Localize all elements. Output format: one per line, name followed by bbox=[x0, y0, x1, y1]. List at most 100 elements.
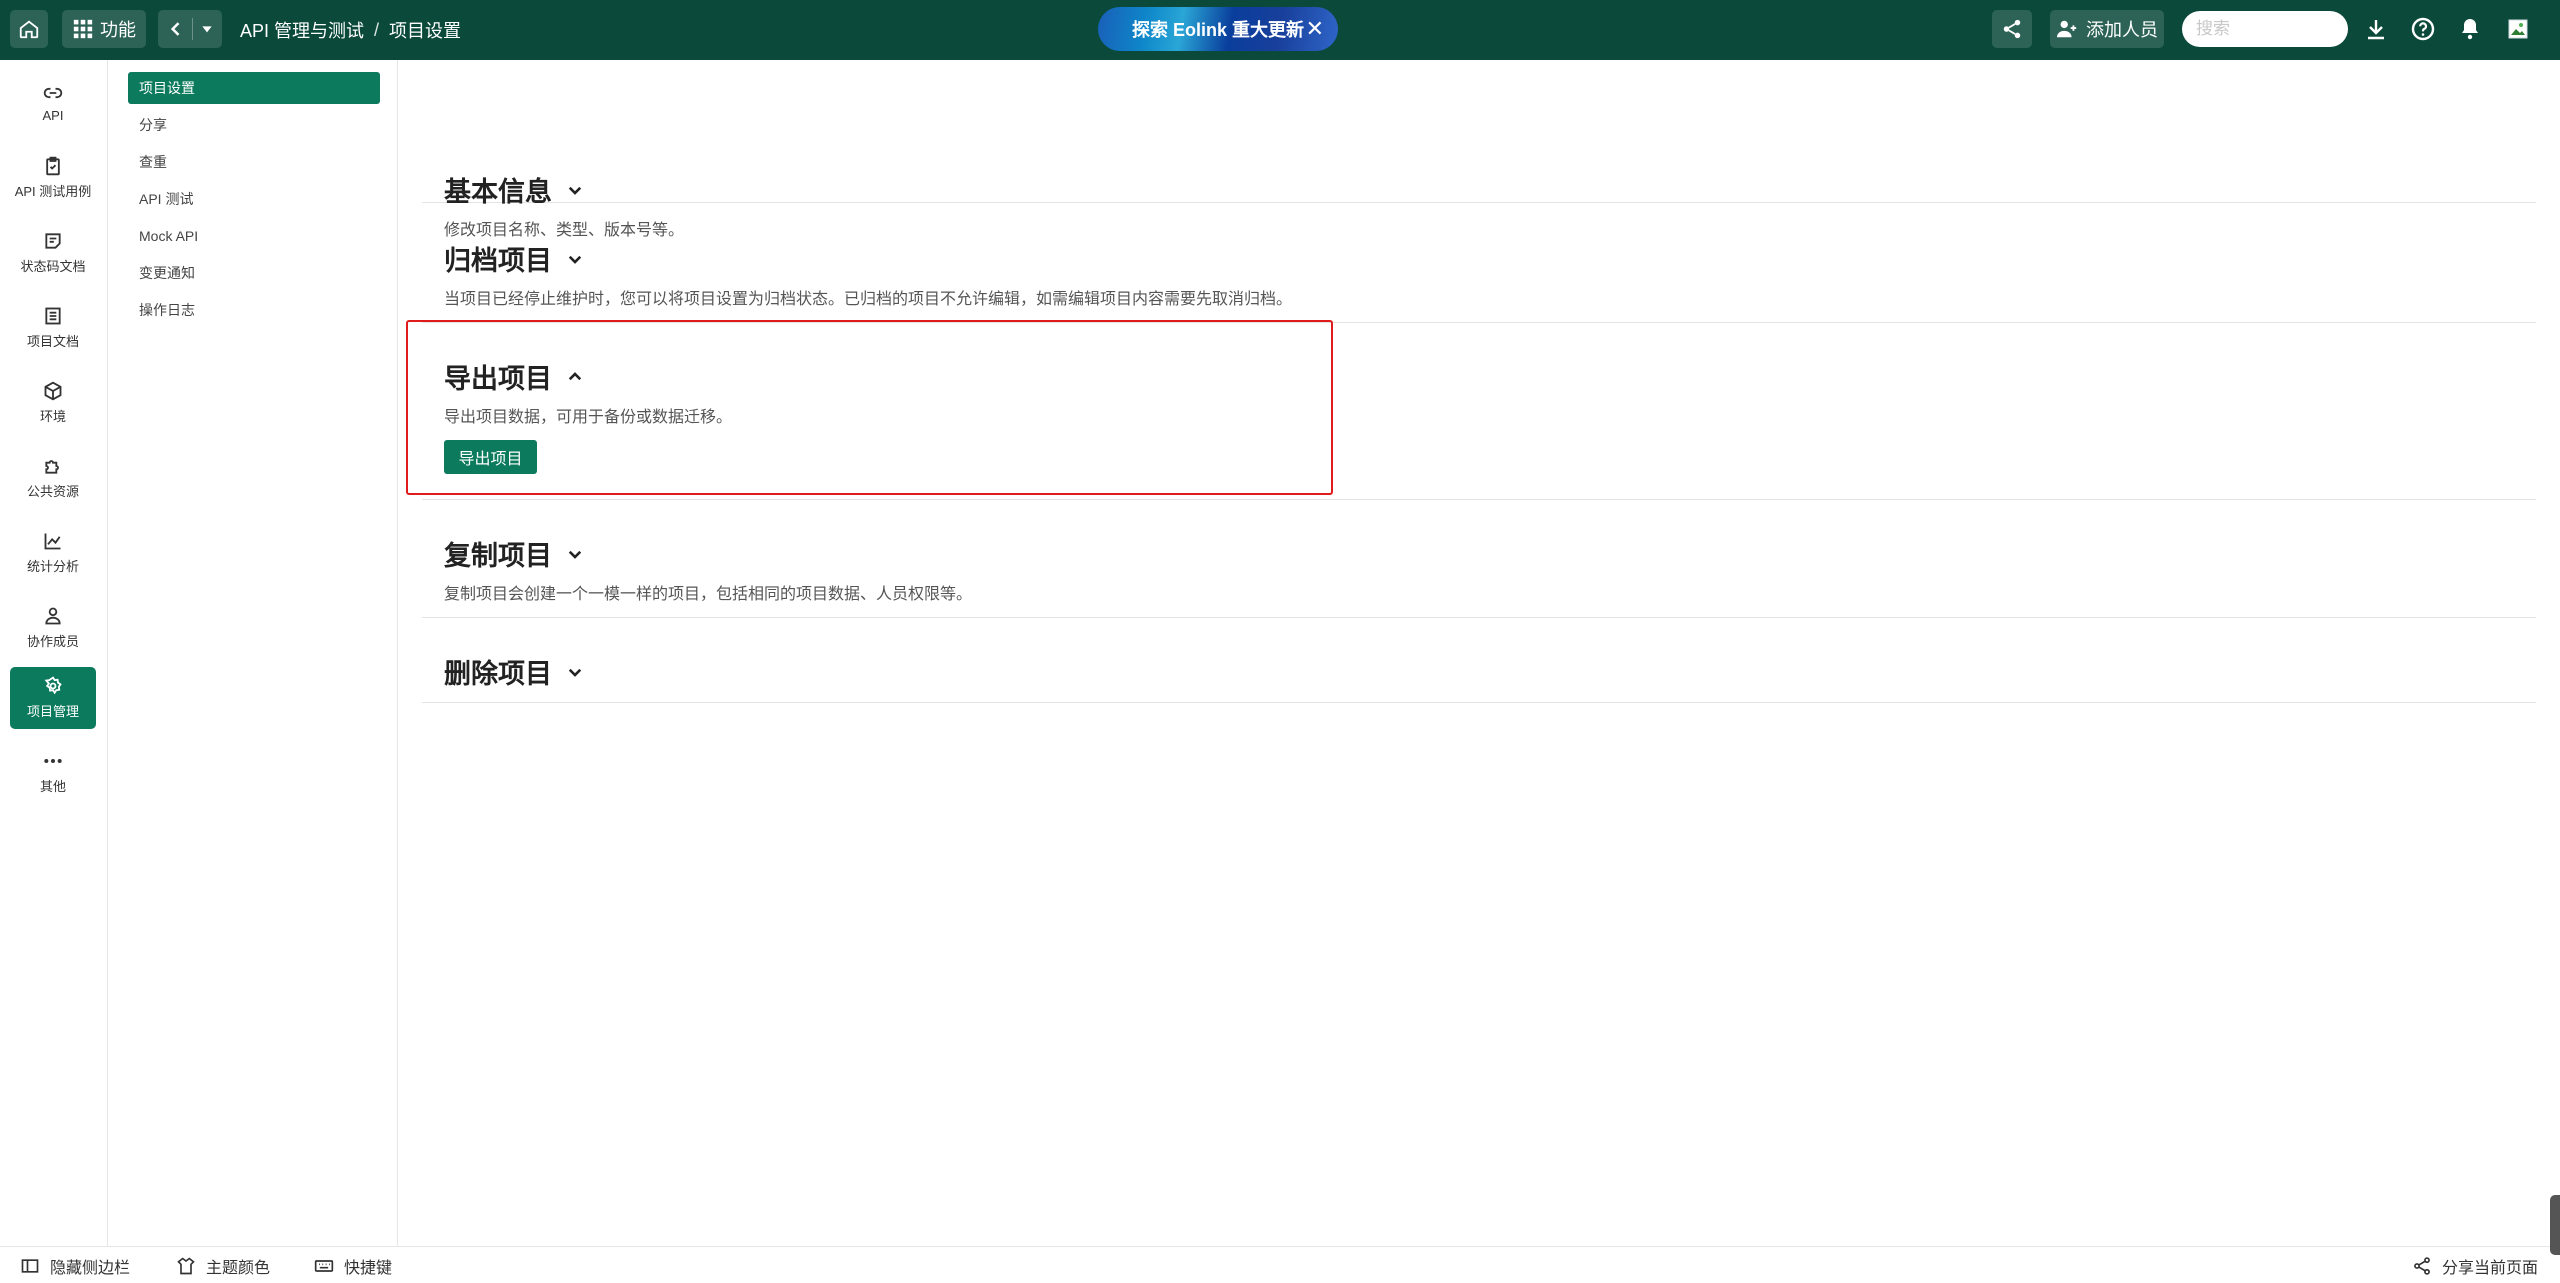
section-title-text: 导出项目 bbox=[444, 364, 552, 394]
clipboard-icon bbox=[46, 156, 60, 176]
rail-item-label: API 测试用例 bbox=[14, 184, 92, 199]
help-icon bbox=[2411, 17, 2435, 41]
document-icon bbox=[45, 307, 61, 325]
section-desc: 当项目已经停止维护时，您可以将项目设置为归档状态。已归档的项目不允许编辑，如需编… bbox=[444, 291, 1293, 308]
cube-icon bbox=[44, 381, 62, 401]
shortcuts-button[interactable]: 快捷键 bbox=[314, 1247, 392, 1283]
user-avatar[interactable] bbox=[2504, 15, 2532, 43]
section-delete: 删除项目 bbox=[422, 618, 2536, 703]
section-desc: 复制项目会创建一个一模一样的项目，包括相同的项目数据、人员权限等。 bbox=[444, 586, 973, 603]
subnav-item-duplicate-check[interactable]: 查重 bbox=[128, 146, 380, 178]
add-user-icon bbox=[2056, 20, 2077, 38]
subnav-item-share[interactable]: 分享 bbox=[128, 109, 380, 141]
breadcrumb-project[interactable]: API 管理与测试 bbox=[240, 17, 364, 43]
section-basic-info: 基本信息 修改项目名称、类型、版本号等。 bbox=[422, 100, 2536, 239]
chevron-down-icon bbox=[568, 186, 582, 195]
rail-item-project-management[interactable]: 项目管理 bbox=[10, 667, 96, 729]
chevron-left-icon bbox=[170, 22, 179, 36]
keyboard-icon bbox=[314, 1259, 334, 1272]
help-button[interactable] bbox=[2409, 15, 2437, 43]
promo-banner[interactable]: 探索 Eolink 重大更新 ✕ bbox=[1098, 7, 1338, 51]
subnav-item-operation-log[interactable]: 操作日志 bbox=[128, 294, 380, 326]
breadcrumb-current: 项目设置 bbox=[389, 21, 462, 41]
download-button[interactable] bbox=[2362, 15, 2390, 43]
grid-icon bbox=[73, 19, 93, 39]
download-icon bbox=[2368, 20, 2384, 40]
section-desc: 导出项目数据，可用于备份或数据迁移。 bbox=[444, 409, 733, 426]
rail-item-label: 协作成员 bbox=[26, 634, 79, 649]
section-title-text: 归档项目 bbox=[444, 246, 552, 276]
section-title[interactable]: 导出项目 bbox=[444, 357, 584, 396]
back-history-button[interactable] bbox=[158, 10, 222, 48]
add-member-button[interactable]: 添加人员 bbox=[2050, 10, 2164, 48]
rail-item-label: 状态码文档 bbox=[20, 259, 86, 274]
section-title[interactable]: 归档项目 bbox=[444, 239, 584, 278]
primary-sidebar: API API 测试用例 状态码文档 项目文档 环境 公共资源 统计分析 协作成… bbox=[0, 60, 108, 1246]
rail-item-label: 公共资源 bbox=[26, 484, 79, 499]
bell-icon bbox=[2462, 19, 2478, 40]
chevron-up-icon bbox=[568, 371, 582, 380]
sidebar-icon bbox=[21, 1258, 39, 1273]
theme-color-button[interactable]: 主题颜色 bbox=[176, 1247, 270, 1283]
close-icon[interactable]: ✕ bbox=[1306, 16, 1324, 42]
share-icon bbox=[2414, 1256, 2430, 1275]
rail-item-label: API bbox=[42, 108, 64, 123]
theme-color-label: 主题颜色 bbox=[206, 1259, 271, 1277]
share-button[interactable] bbox=[1992, 10, 2032, 48]
divider bbox=[191, 18, 193, 40]
section-title[interactable]: 复制项目 bbox=[444, 534, 584, 573]
rail-item-project-docs[interactable]: 项目文档 bbox=[10, 297, 96, 359]
home-button[interactable] bbox=[10, 10, 48, 48]
secondary-sidebar: 项目设置 分享 查重 API 测试 Mock API 变更通知 操作日志 bbox=[108, 60, 398, 1246]
features-button[interactable]: 功能 bbox=[62, 10, 146, 48]
home-icon bbox=[19, 20, 39, 39]
puzzle-icon bbox=[45, 460, 59, 474]
gear-icon bbox=[44, 676, 62, 695]
rail-item-api[interactable]: API bbox=[10, 72, 96, 134]
notifications-button[interactable] bbox=[2456, 15, 2484, 43]
rail-item-label: 统计分析 bbox=[26, 559, 79, 574]
shortcuts-label: 快捷键 bbox=[344, 1259, 393, 1277]
subnav-item-change-notify[interactable]: 变更通知 bbox=[128, 257, 380, 289]
members-icon bbox=[45, 607, 61, 625]
subnav-item-project-settings[interactable]: 项目设置 bbox=[128, 72, 380, 104]
share-page-label: 分享当前页面 bbox=[2442, 1259, 2539, 1277]
rail-item-public-resources[interactable]: 公共资源 bbox=[10, 447, 96, 509]
rail-item-statistics[interactable]: 统计分析 bbox=[10, 522, 96, 584]
rail-item-status-codes[interactable]: 状态码文档 bbox=[10, 222, 96, 284]
rail-item-label: 项目管理 bbox=[26, 704, 79, 719]
scroll-handle[interactable] bbox=[2550, 1195, 2560, 1255]
search-input[interactable] bbox=[2182, 11, 2348, 47]
rail-item-members[interactable]: 协作成员 bbox=[10, 597, 96, 659]
breadcrumb-separator: / bbox=[374, 19, 380, 40]
section-title[interactable]: 删除项目 bbox=[444, 652, 584, 691]
features-label: 功能 bbox=[100, 20, 136, 40]
hide-sidebar-label: 隐藏侧边栏 bbox=[50, 1259, 131, 1277]
rail-item-environment[interactable]: 环境 bbox=[10, 372, 96, 434]
section-export: 导出项目 导出项目数据，可用于备份或数据迁移。 导出项目 bbox=[422, 323, 2536, 500]
more-icon bbox=[44, 759, 62, 763]
rail-item-api-test-cases[interactable]: API 测试用例 bbox=[10, 147, 96, 209]
subnav-item-api-test[interactable]: API 测试 bbox=[128, 183, 380, 215]
rail-item-other[interactable]: 其他 bbox=[10, 742, 96, 804]
chevron-down-icon bbox=[568, 255, 582, 264]
hide-sidebar-button[interactable]: 隐藏侧边栏 bbox=[20, 1247, 130, 1283]
link-icon bbox=[43, 87, 63, 99]
promo-text: 探索 Eolink 重大更新 bbox=[1131, 20, 1304, 40]
chevron-down-icon bbox=[568, 550, 582, 559]
export-project-button[interactable]: 导出项目 bbox=[444, 440, 537, 474]
share-page-button[interactable]: 分享当前页面 bbox=[2412, 1247, 2538, 1283]
rail-item-label: 其他 bbox=[39, 779, 66, 794]
footer-bar: 隐藏侧边栏 主题颜色 快捷键 分享当前页面 bbox=[0, 1246, 2560, 1283]
shirt-icon bbox=[177, 1256, 195, 1274]
subnav-item-mock-api[interactable]: Mock API bbox=[128, 220, 380, 252]
note-icon bbox=[45, 233, 61, 249]
top-bar: 功能 API 管理与测试 / 项目设置 探索 Eolink 重大更新 ✕ 添加人… bbox=[0, 0, 2560, 60]
share-icon bbox=[2003, 19, 2021, 39]
rail-item-label: 环境 bbox=[39, 409, 66, 424]
add-member-label: 添加人员 bbox=[2086, 20, 2158, 40]
section-copy: 复制项目 复制项目会创建一个一模一样的项目，包括相同的项目数据、人员权限等。 bbox=[422, 500, 2536, 618]
section-archive: 归档项目 当项目已经停止维护时，您可以将项目设置为归档状态。已归档的项目不允许编… bbox=[422, 203, 2536, 323]
avatar-icon bbox=[2508, 19, 2528, 39]
breadcrumb: API 管理与测试 / 项目设置 bbox=[240, 0, 461, 60]
